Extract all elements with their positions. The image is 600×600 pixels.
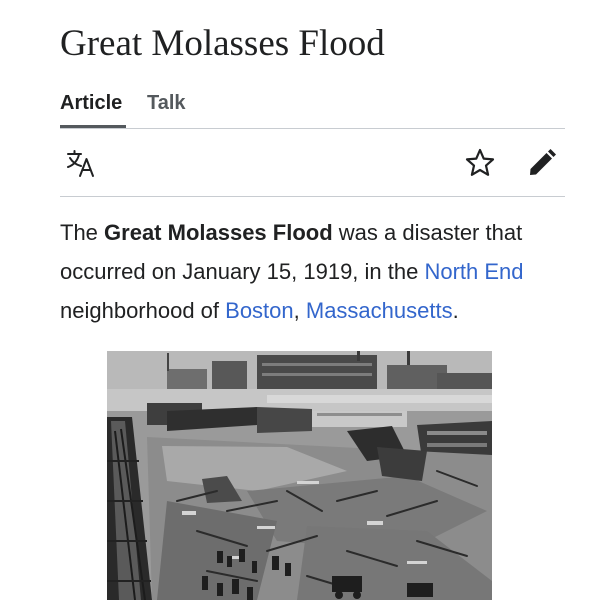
page-title: Great Molasses Flood xyxy=(60,23,385,64)
article-page: Great Molasses Flood Article Talk The Gr… xyxy=(60,0,565,600)
intro-text: . xyxy=(452,298,459,323)
divider xyxy=(60,128,565,129)
star-icon[interactable] xyxy=(463,146,497,180)
intro-text: neighborhood of xyxy=(60,298,226,323)
pencil-icon[interactable] xyxy=(525,146,559,180)
intro-text: , xyxy=(293,298,306,323)
tab-talk[interactable]: Talk xyxy=(147,90,186,116)
link-massachusetts[interactable]: Massachusetts xyxy=(306,298,453,323)
article-image[interactable] xyxy=(107,351,492,600)
link-north-end[interactable]: North End xyxy=(424,259,523,284)
intro-paragraph: The Great Molasses Flood was a disaster … xyxy=(60,213,565,330)
translate-icon[interactable] xyxy=(65,146,99,180)
link-boston[interactable]: Boston xyxy=(225,298,294,323)
namespace-tabs: Article Talk xyxy=(60,90,565,128)
intro-text: The xyxy=(60,220,105,245)
tab-article[interactable]: Article xyxy=(60,90,122,116)
divider xyxy=(60,196,565,197)
bold-term: Great Molasses Flood xyxy=(104,220,333,245)
